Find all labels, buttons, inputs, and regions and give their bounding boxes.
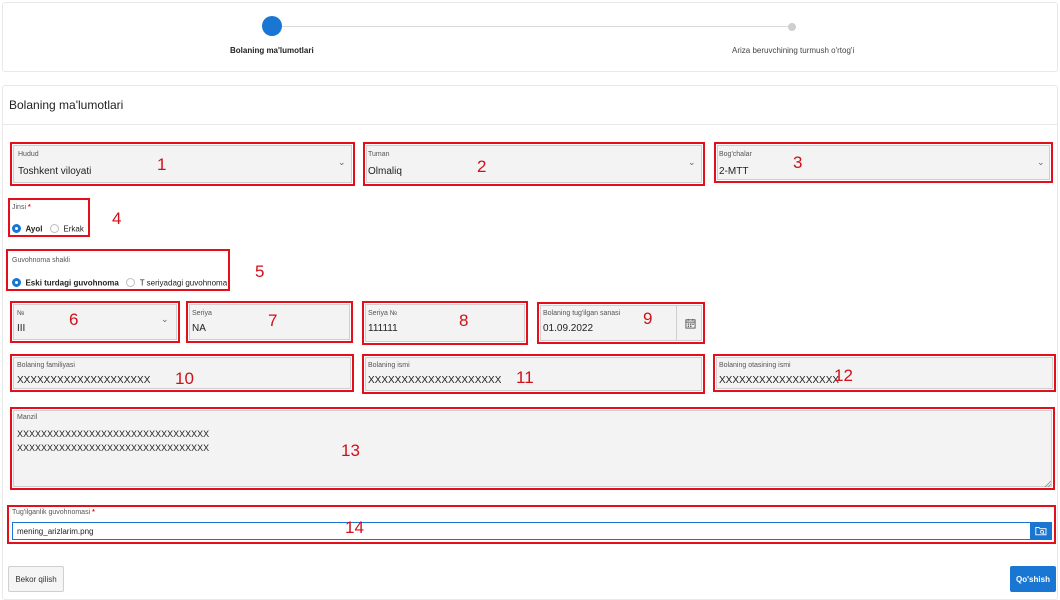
seriya-no-label: Seriya №: [368, 310, 398, 317]
marker-8: 8: [459, 311, 469, 330]
radio-t-seriya-label[interactable]: T seriyadagi guvohnoma: [140, 278, 227, 287]
familiya-value: XXXXXXXXXXXXXXXXXXXX: [17, 375, 151, 386]
marker-2: 2: [477, 157, 487, 176]
chevron-down-icon[interactable]: ⌄: [161, 314, 169, 325]
radio-erkak-label[interactable]: Erkak: [63, 224, 83, 233]
submit-button[interactable]: Qo'shish: [1010, 566, 1056, 592]
cancel-button[interactable]: Bekor qilish: [8, 566, 64, 592]
otasining-ismi-value: XXXXXXXXXXXXXXXXXX: [719, 375, 840, 386]
ism-value: XXXXXXXXXXXXXXXXXXXX: [368, 375, 502, 386]
step-2-indicator[interactable]: [788, 23, 796, 31]
hudud-label: Hudud: [18, 151, 39, 158]
marker-6: 6: [69, 310, 79, 329]
file-browse-button[interactable]: [1030, 522, 1052, 540]
seriya-label: Seriya: [192, 310, 212, 317]
jinsi-label: Jinsi *: [12, 204, 31, 211]
resize-handle-icon[interactable]: [1044, 480, 1052, 488]
stepper-line: [272, 26, 792, 27]
number-select[interactable]: [13, 304, 177, 340]
calendar-button[interactable]: [676, 305, 703, 341]
manzil-line-2: XXXXXXXXXXXXXXXXXXXXXXXXXXXXXXXX: [17, 443, 210, 453]
familiya-label: Bolaning familiyasi: [17, 362, 75, 369]
birth-date-label: Bolaning tug'ilgan sanasi: [543, 310, 621, 317]
section-title: Bolaning ma'lumotlari: [9, 98, 124, 112]
step-2-label[interactable]: Ariza beruvchining turmush o'rtog'i: [732, 46, 854, 55]
marker-10: 10: [175, 369, 194, 388]
manzil-line-1: XXXXXXXXXXXXXXXXXXXXXXXXXXXXXXXX: [17, 429, 210, 439]
step-1-label[interactable]: Bolaning ma'lumotlari: [230, 46, 314, 55]
number-value: III: [17, 323, 26, 334]
marker-12: 12: [834, 366, 853, 385]
certificate-file-name: mening_arizlarim.png: [17, 527, 94, 536]
jinsi-radio-group: Ayol Erkak: [12, 220, 84, 238]
bogcha-select[interactable]: [717, 145, 1050, 180]
bogcha-label: Bog'chalar: [719, 151, 752, 158]
certificate-file-input[interactable]: [12, 522, 1052, 540]
marker-3: 3: [793, 153, 803, 172]
guvohnoma-label: Guvohnoma shakli: [12, 257, 70, 264]
marker-11: 11: [516, 368, 534, 387]
step-1-indicator[interactable]: [262, 16, 282, 36]
radio-ayol-label[interactable]: Ayol: [25, 224, 42, 233]
marker-5: 5: [255, 262, 265, 281]
manzil-label: Manzil: [17, 414, 38, 421]
marker-4: 4: [112, 209, 122, 228]
hudud-select[interactable]: [13, 145, 352, 183]
ism-label: Bolaning ismi: [368, 362, 410, 369]
stepper-card: [2, 2, 1058, 72]
tuman-label: Tuman: [368, 151, 390, 158]
radio-eski[interactable]: [12, 278, 21, 288]
tuman-value: Olmaliq: [368, 166, 402, 177]
chevron-down-icon[interactable]: ⌄: [1037, 157, 1045, 168]
number-label: №: [17, 310, 25, 317]
folder-search-icon: [1035, 527, 1047, 536]
guvohnoma-radio-group: Eski turdagi guvohnoma T seriyadagi guvo…: [12, 274, 227, 292]
section-divider: [2, 124, 1058, 125]
marker-9: 9: [643, 309, 653, 328]
radio-ayol[interactable]: [12, 224, 21, 234]
radio-t-seriya[interactable]: [126, 278, 136, 288]
chevron-down-icon[interactable]: ⌄: [338, 157, 346, 168]
certificate-label: Tug'ilganlik guvohnomasi *: [12, 509, 95, 516]
bogcha-value: 2-MTT: [719, 166, 749, 177]
marker-7: 7: [268, 311, 278, 330]
hudud-value: Toshkent viloyati: [18, 166, 92, 177]
radio-eski-label[interactable]: Eski turdagi guvohnoma: [25, 278, 118, 287]
otasining-ismi-label: Bolaning otasining ismi: [719, 362, 791, 369]
calendar-icon: [684, 318, 696, 329]
seriya-value: NA: [192, 323, 206, 334]
birth-date-value: 01.09.2022: [543, 323, 594, 334]
chevron-down-icon[interactable]: ⌄: [688, 157, 696, 168]
tuman-select[interactable]: [366, 145, 702, 183]
marker-1: 1: [157, 155, 167, 174]
seriya-no-value: 111111: [368, 323, 398, 334]
radio-erkak[interactable]: [49, 224, 59, 234]
marker-13: 13: [341, 441, 360, 460]
marker-14: 14: [345, 518, 364, 537]
